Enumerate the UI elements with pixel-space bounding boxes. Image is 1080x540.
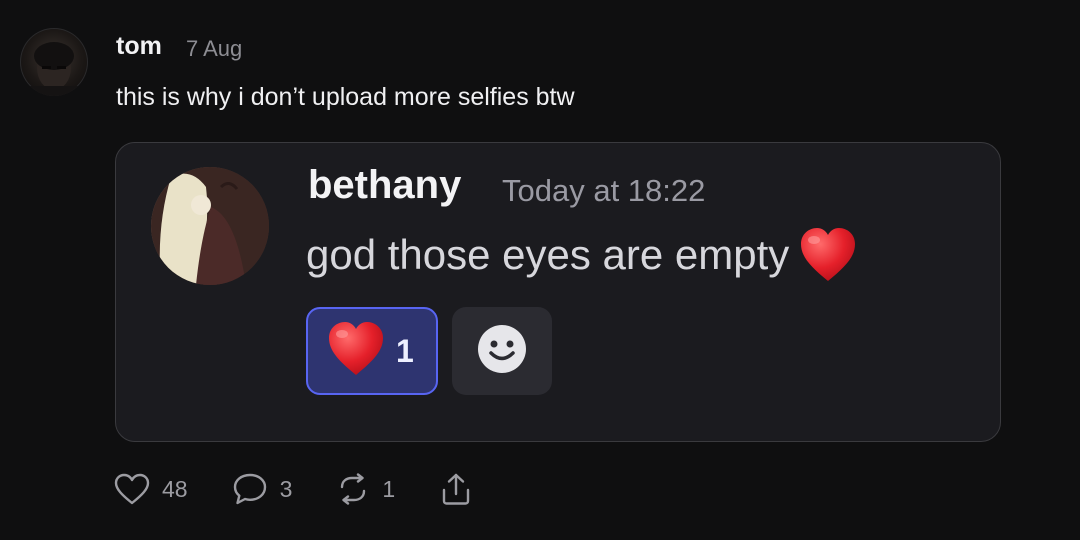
embed-message-text: god those eyes are empty bbox=[306, 231, 790, 278]
embed-username[interactable]: bethany bbox=[308, 163, 461, 208]
reply-count: 3 bbox=[279, 475, 293, 502]
post-date: 7 Aug bbox=[186, 36, 243, 61]
embed-avatar bbox=[151, 167, 269, 285]
post-text: this is why i don’t upload more selfies … bbox=[116, 83, 575, 111]
reaction-count: 1 bbox=[396, 332, 414, 369]
embed-timestamp: Today at 18:22 bbox=[502, 173, 706, 208]
share-icon bbox=[439, 472, 473, 506]
repost-count: 1 bbox=[382, 475, 396, 502]
red-heart-icon bbox=[799, 227, 857, 283]
post-username[interactable]: tom bbox=[116, 32, 162, 61]
repost-icon bbox=[336, 473, 370, 505]
heart-outline-icon bbox=[114, 473, 150, 505]
post: tom 7 Aug this is why i don’t upload mor… bbox=[0, 0, 1080, 540]
embedded-message-card[interactable]: bethany Today at 18:22 god those eyes ar… bbox=[115, 142, 1001, 442]
avatar[interactable] bbox=[20, 28, 88, 96]
share-button[interactable] bbox=[439, 472, 473, 506]
post-actions-bar: 48 3 1 bbox=[114, 472, 517, 506]
add-reaction-button[interactable] bbox=[452, 307, 552, 395]
red-heart-icon bbox=[326, 321, 386, 382]
like-button[interactable]: 48 bbox=[114, 473, 188, 505]
reply-button[interactable]: 3 bbox=[232, 472, 293, 506]
embed-message: god those eyes are empty bbox=[306, 227, 857, 283]
heart-reaction-button[interactable]: 1 bbox=[306, 307, 438, 395]
like-count: 48 bbox=[162, 475, 188, 502]
repost-button[interactable]: 1 bbox=[336, 473, 395, 505]
comment-icon bbox=[232, 472, 268, 506]
smiley-icon bbox=[477, 324, 527, 379]
